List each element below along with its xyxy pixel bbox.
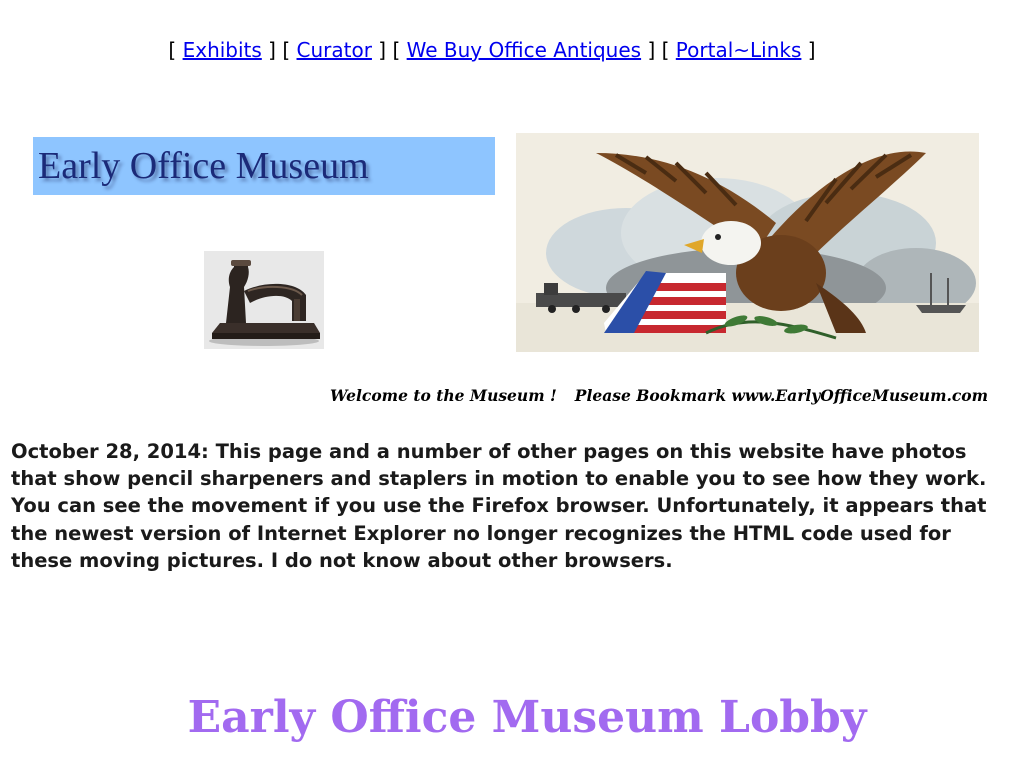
- nav-link-portal-links[interactable]: Portal~Links: [676, 38, 802, 62]
- browser-notice: October 28, 2014: This page and a number…: [11, 440, 987, 572]
- lobby-heading: Early Office Museum Lobby: [187, 692, 867, 743]
- eagle-image: [516, 133, 979, 352]
- nav-link-exhibits[interactable]: Exhibits: [183, 38, 262, 62]
- bookmark-text: Please Bookmark www.EarlyOfficeMuseum.co…: [574, 386, 989, 405]
- nav-bracket-close: ]: [378, 38, 387, 62]
- welcome-text: Welcome to the Museum !: [330, 386, 557, 405]
- nav-link-curator[interactable]: Curator: [297, 38, 372, 62]
- nav-bracket-close: ]: [268, 38, 276, 62]
- site-title: Early Office Museum: [38, 145, 369, 187]
- welcome-banner: Welcome to the Museum ! Please Bookmark w…: [330, 385, 990, 407]
- top-navigation: [ Exhibits ] [ Curator ] [ We Buy Office…: [0, 36, 984, 64]
- nav-bracket-open: [: [392, 38, 401, 62]
- nav-bracket-open: [: [661, 38, 670, 62]
- stapler-image: [204, 251, 324, 349]
- nav-bracket-open: [: [282, 38, 291, 62]
- page: [ Exhibits ] [ Curator ] [ We Buy Office…: [0, 0, 1024, 768]
- nav-bracket-close: ]: [647, 38, 656, 62]
- nav-bracket-close: ]: [807, 38, 816, 62]
- stapler-photo: [204, 251, 324, 349]
- nav-link-we-buy-office-antiques[interactable]: We Buy Office Antiques: [407, 38, 641, 62]
- eagle-illustration: [516, 133, 979, 352]
- nav-bracket-open: [: [168, 38, 177, 62]
- site-banner: Early Office Museum: [33, 137, 495, 195]
